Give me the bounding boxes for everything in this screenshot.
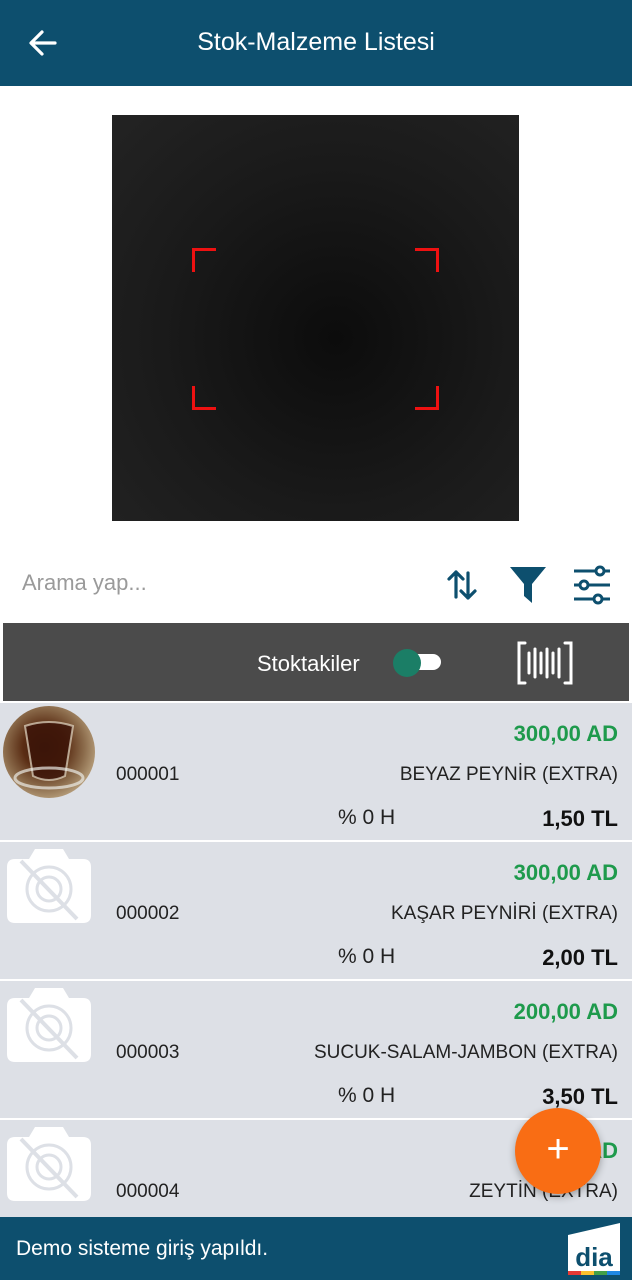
product-name: BEYAZ PEYNİR (EXTRA): [399, 764, 618, 785]
product-code: 000002: [116, 903, 180, 924]
product-photo: [3, 706, 95, 798]
list-item[interactable]: 300,00 AD 000001 BEYAZ PEYNİR (EXTRA) % …: [0, 703, 632, 842]
tax-rate: % 0 H: [338, 945, 396, 968]
product-name: KAŞAR PEYNİRİ (EXTRA): [391, 903, 618, 924]
product-price: 1,50 TL: [542, 806, 618, 831]
plus-icon: +: [546, 1127, 570, 1171]
scan-frame-corner-top-left: [192, 248, 216, 272]
product-code: 000004: [116, 1181, 180, 1202]
list-item[interactable]: 300,00 AD 000002 KAŞAR PEYNİRİ (EXTRA) %…: [0, 842, 632, 981]
stock-quantity: 300,00 AD: [513, 721, 618, 746]
filter-bar: Stoktakiler: [3, 623, 629, 701]
tax-rate: % 0 H: [338, 806, 396, 829]
settings-sliders-icon[interactable]: [570, 563, 614, 607]
product-price: 2,00 TL: [542, 945, 618, 970]
barcode-icon[interactable]: [515, 640, 575, 686]
filter-icon[interactable]: [506, 563, 550, 607]
svg-text:dia: dia: [575, 1242, 613, 1272]
product-code: 000001: [116, 764, 180, 785]
dia-logo: dia: [566, 1221, 622, 1277]
product-price: 3,50 TL: [542, 1084, 618, 1109]
in-stock-toggle[interactable]: [393, 649, 443, 677]
status-snackbar: Demo sisteme giriş yapıldı. dia: [0, 1217, 632, 1280]
toggle-knob: [393, 649, 421, 677]
in-stock-toggle-label: Stoktakiler: [257, 651, 360, 676]
sort-icon[interactable]: [440, 563, 484, 607]
no-image-camera-icon: [3, 845, 95, 937]
no-image-camera-icon: [3, 984, 95, 1076]
scan-frame-corner-top-right: [415, 248, 439, 272]
page-title: Stok-Malzeme Listesi: [197, 28, 435, 56]
no-image-camera-icon: [3, 1123, 95, 1215]
app-bar: Stok-Malzeme Listesi: [0, 0, 632, 86]
product-code: 000003: [116, 1042, 180, 1063]
barcode-camera-preview[interactable]: [112, 115, 519, 521]
scan-frame-corner-bottom-left: [192, 386, 216, 410]
list-item[interactable]: 200,00 AD 000003 SUCUK-SALAM-JAMBON (EXT…: [0, 981, 632, 1120]
back-arrow-icon[interactable]: [22, 22, 64, 64]
snackbar-message: Demo sisteme giriş yapıldı.: [16, 1237, 269, 1260]
search-input[interactable]: [22, 563, 402, 603]
search-row: [0, 555, 632, 613]
stock-quantity: 200,00 AD: [513, 999, 618, 1024]
scan-frame-corner-bottom-right: [415, 386, 439, 410]
stock-quantity: 300,00 AD: [513, 860, 618, 885]
tax-rate: % 0 H: [338, 1084, 396, 1107]
add-item-button[interactable]: +: [515, 1108, 601, 1194]
product-name: SUCUK-SALAM-JAMBON (EXTRA): [313, 1042, 618, 1063]
